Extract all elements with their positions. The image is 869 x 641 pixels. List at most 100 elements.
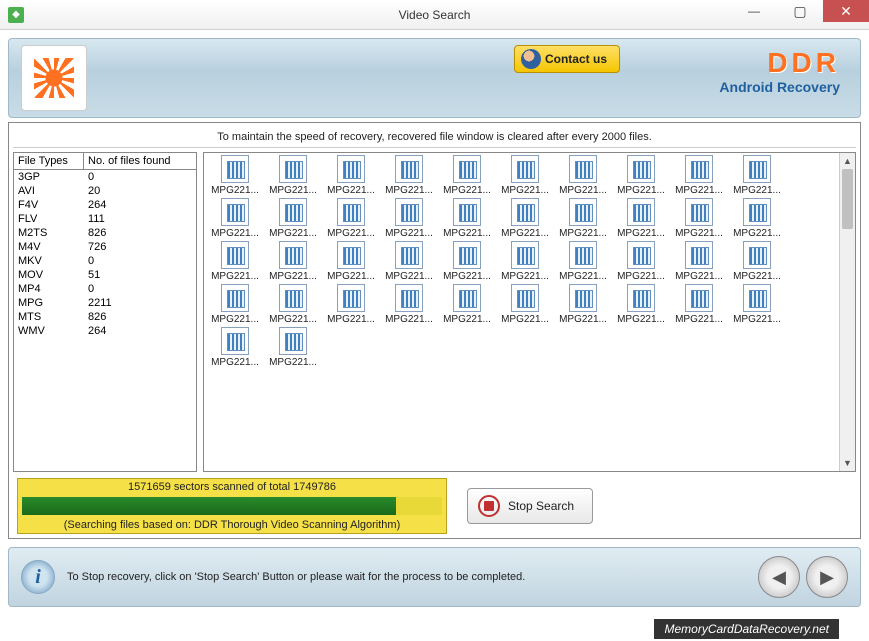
file-item[interactable]: MPG221...	[206, 327, 264, 368]
file-item[interactable]: MPG221...	[438, 152, 496, 153]
table-row[interactable]: M2TS826	[14, 226, 196, 240]
file-count-cell: 2211	[84, 296, 196, 310]
window-title: Video Search	[399, 8, 471, 22]
col-files-found[interactable]: No. of files found	[84, 153, 196, 169]
scanning-algorithm-text: (Searching files based on: DDR Thorough …	[18, 517, 446, 533]
file-item[interactable]: MPG221...	[206, 241, 264, 282]
file-item[interactable]: MPG221...	[438, 198, 496, 239]
file-label: MPG221...	[728, 314, 786, 325]
stop-search-button[interactable]: Stop Search	[467, 488, 593, 524]
file-item[interactable]: MPG221...	[380, 152, 438, 153]
file-label: MPG221...	[496, 271, 554, 282]
file-item[interactable]: MPG221...	[670, 155, 728, 196]
file-item[interactable]: MPG221...	[380, 155, 438, 196]
file-item[interactable]: MPG221...	[264, 198, 322, 239]
table-row[interactable]: MKV0	[14, 254, 196, 268]
file-item[interactable]: MPG221...	[206, 152, 264, 153]
stop-label: Stop Search	[508, 499, 574, 513]
file-item[interactable]: MPG221...	[554, 241, 612, 282]
video-file-icon	[569, 241, 597, 269]
file-label: MPG221...	[206, 185, 264, 196]
scroll-down-icon[interactable]: ▼	[840, 455, 855, 471]
file-item[interactable]: MPG221...	[264, 241, 322, 282]
file-item[interactable]: MPG221...	[264, 284, 322, 325]
file-item[interactable]: MPG221...	[380, 241, 438, 282]
file-item[interactable]: MPG221...	[206, 155, 264, 196]
file-item[interactable]: MPG221...	[438, 155, 496, 196]
table-row[interactable]: MTS826	[14, 310, 196, 324]
window-controls: — ▢ ✕	[731, 0, 869, 22]
scroll-thumb[interactable]	[842, 169, 853, 229]
file-item[interactable]: MPG221...	[612, 198, 670, 239]
file-item[interactable]: MPG221...	[322, 152, 380, 153]
minimize-button[interactable]: —	[731, 0, 777, 22]
file-type-cell: 3GP	[14, 170, 84, 184]
file-item[interactable]: MPG221...	[728, 284, 786, 325]
table-row[interactable]: 3GP0	[14, 170, 196, 184]
video-file-icon	[569, 198, 597, 226]
table-row[interactable]: MOV51	[14, 268, 196, 282]
file-item[interactable]: MPG221...	[612, 155, 670, 196]
header-banner: Contact us DDR Android Recovery	[8, 38, 861, 118]
close-button[interactable]: ✕	[823, 0, 869, 22]
file-item[interactable]: MPG221...	[496, 241, 554, 282]
video-file-icon	[569, 284, 597, 312]
file-label: MPG221...	[322, 271, 380, 282]
file-item[interactable]: MPG221...	[554, 152, 612, 153]
watermark: MemoryCardDataRecovery.net	[654, 619, 839, 639]
file-item[interactable]: MPG221...	[496, 284, 554, 325]
file-item[interactable]: MPG221...	[728, 152, 786, 153]
file-count-cell: 264	[84, 198, 196, 212]
next-button[interactable]: ▶	[806, 556, 848, 598]
table-row[interactable]: MP40	[14, 282, 196, 296]
file-item[interactable]: MPG221...	[612, 152, 670, 153]
file-item[interactable]: MPG221...	[206, 284, 264, 325]
video-file-icon	[221, 327, 249, 355]
col-file-types[interactable]: File Types	[14, 153, 84, 169]
scroll-up-icon[interactable]: ▲	[840, 153, 855, 169]
file-item[interactable]: MPG221...	[670, 198, 728, 239]
file-item[interactable]: MPG221...	[438, 284, 496, 325]
file-item[interactable]: MPG221...	[554, 155, 612, 196]
file-item[interactable]: MPG221...	[554, 284, 612, 325]
file-item[interactable]: MPG221...	[322, 198, 380, 239]
file-item[interactable]: MPG221...	[728, 155, 786, 196]
file-item[interactable]: MPG221...	[380, 284, 438, 325]
vertical-scrollbar[interactable]: ▲ ▼	[839, 153, 855, 471]
video-file-icon	[743, 241, 771, 269]
file-item[interactable]: MPG221...	[496, 198, 554, 239]
file-item[interactable]: MPG221...	[554, 198, 612, 239]
table-row[interactable]: AVI20	[14, 184, 196, 198]
file-item[interactable]: MPG221...	[496, 152, 554, 153]
file-item[interactable]: MPG221...	[728, 198, 786, 239]
table-row[interactable]: M4V726	[14, 240, 196, 254]
file-item[interactable]: MPG221...	[670, 152, 728, 153]
file-item[interactable]: MPG221...	[322, 155, 380, 196]
file-label: MPG221...	[322, 314, 380, 325]
file-item[interactable]: MPG221...	[264, 155, 322, 196]
video-file-icon	[511, 241, 539, 269]
file-item[interactable]: MPG221...	[670, 241, 728, 282]
file-item[interactable]: MPG221...	[496, 155, 554, 196]
file-item[interactable]: MPG221...	[264, 152, 322, 153]
file-item[interactable]: MPG221...	[612, 241, 670, 282]
table-row[interactable]: WMV264	[14, 324, 196, 338]
table-row[interactable]: F4V264	[14, 198, 196, 212]
file-label: MPG221...	[206, 357, 264, 368]
file-item[interactable]: MPG221...	[612, 284, 670, 325]
file-item[interactable]: MPG221...	[264, 327, 322, 368]
file-item[interactable]: MPG221...	[670, 284, 728, 325]
file-item[interactable]: MPG221...	[322, 284, 380, 325]
maximize-button[interactable]: ▢	[777, 0, 823, 22]
file-item[interactable]: MPG221...	[380, 198, 438, 239]
table-row[interactable]: MPG2211	[14, 296, 196, 310]
file-item[interactable]: MPG221...	[728, 241, 786, 282]
table-row[interactable]: FLV111	[14, 212, 196, 226]
contact-us-button[interactable]: Contact us	[514, 45, 620, 73]
progress-bar-fill	[22, 497, 396, 515]
back-button[interactable]: ◀	[758, 556, 800, 598]
file-item[interactable]: MPG221...	[206, 198, 264, 239]
file-item[interactable]: MPG221...	[322, 241, 380, 282]
video-file-icon	[395, 155, 423, 183]
file-item[interactable]: MPG221...	[438, 241, 496, 282]
